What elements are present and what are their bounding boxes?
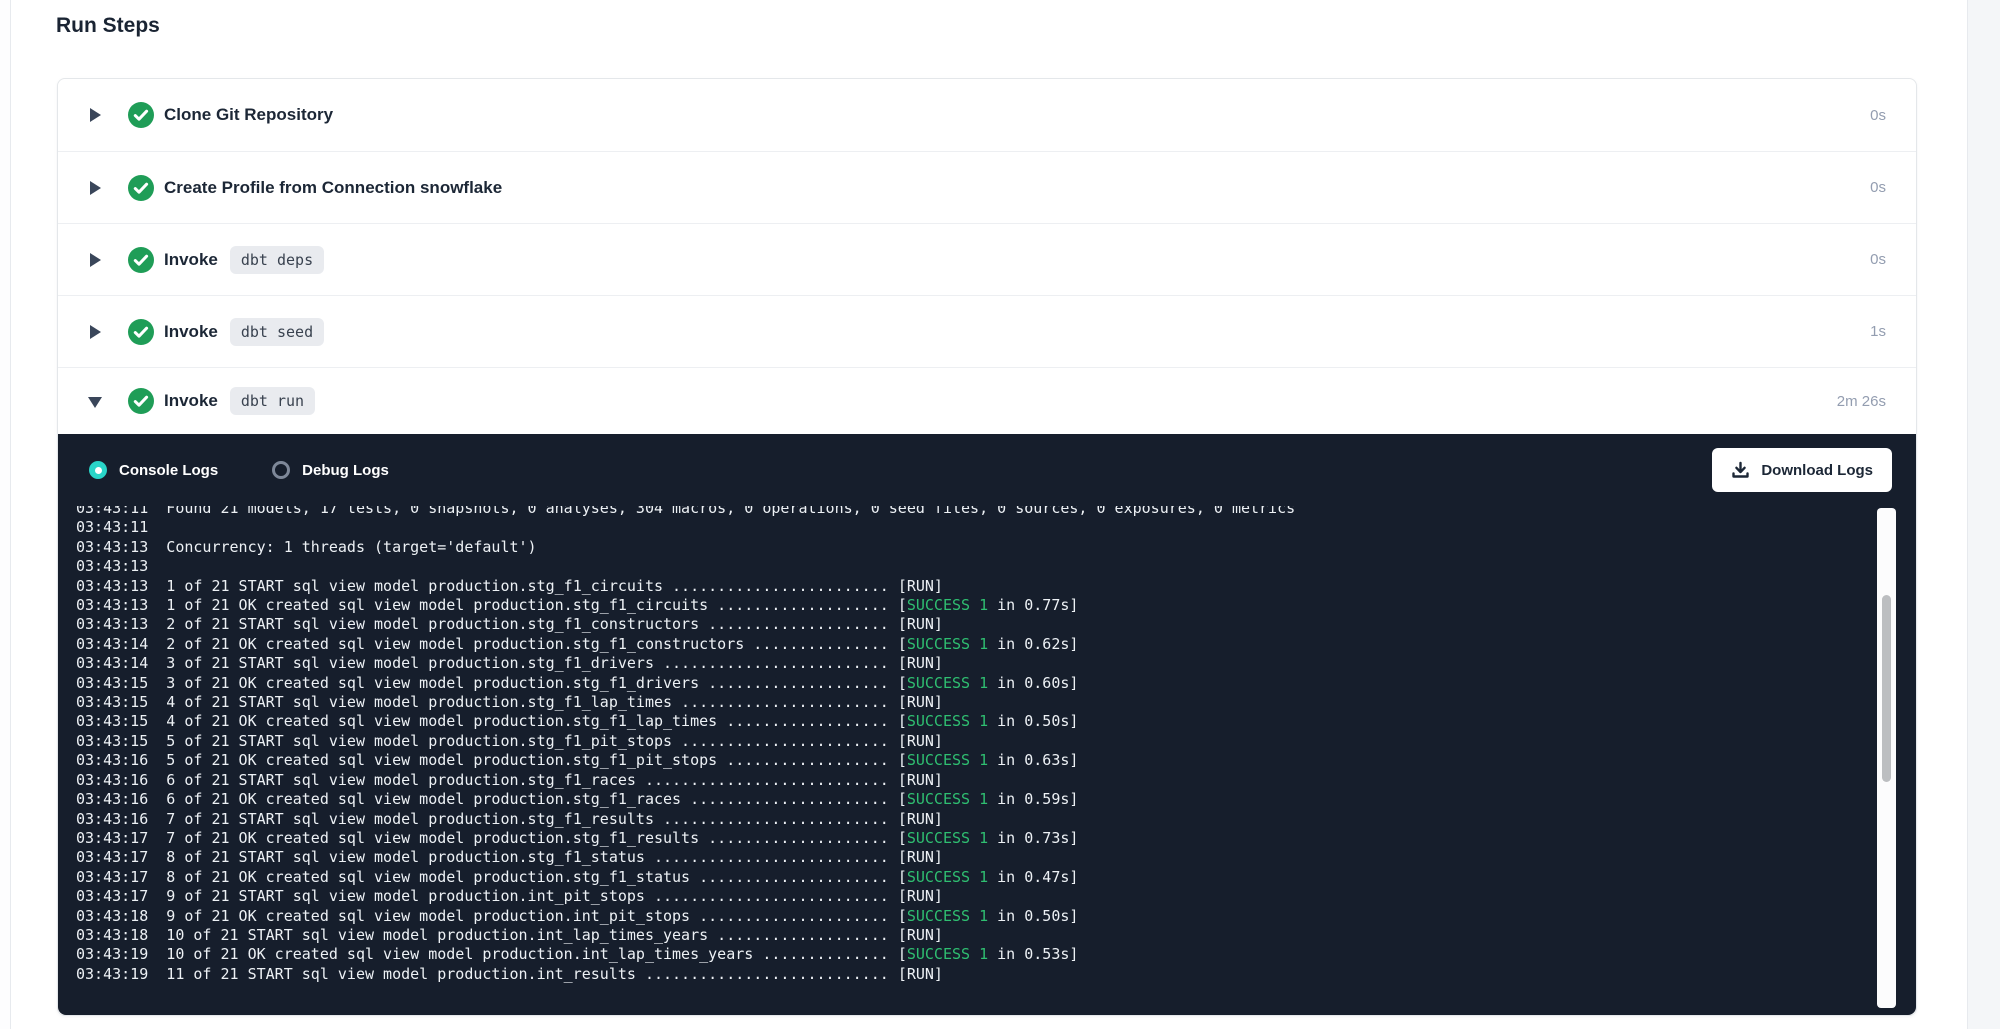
- step-command-badge: dbt run: [230, 387, 315, 415]
- step-label: Invoke: [164, 391, 218, 411]
- left-page-gutter: [0, 0, 11, 1029]
- log-line: 03:43:13 1 of 21 OK created sql view mod…: [76, 596, 1876, 615]
- log-line: 03:43:16 5 of 21 OK created sql view mod…: [76, 751, 1876, 770]
- step-label: Clone Git Repository: [164, 105, 333, 125]
- run-steps-list: Clone Git Repository0sCreate Profile fro…: [58, 79, 1916, 434]
- log-line: 03:43:11 Found 21 models, 17 tests, 0 sn…: [76, 506, 1876, 518]
- console-scrollbar-track[interactable]: [1877, 508, 1896, 1008]
- radio-button-icon[interactable]: [89, 461, 107, 479]
- debug-logs-tab[interactable]: Debug Logs: [272, 461, 389, 479]
- success-check-icon: [128, 388, 154, 414]
- step-duration: 0s: [1870, 179, 1886, 196]
- download-logs-button[interactable]: Download Logs: [1712, 448, 1892, 492]
- log-line: 03:43:17 9 of 21 START sql view model pr…: [76, 887, 1876, 906]
- log-line: 03:43:15 4 of 21 OK created sql view mod…: [76, 712, 1876, 731]
- step-duration: 0s: [1870, 107, 1886, 124]
- console-logs-tab[interactable]: Console Logs: [89, 461, 218, 479]
- log-line: 03:43:17 8 of 21 START sql view model pr…: [76, 848, 1876, 867]
- step-duration: 0s: [1870, 251, 1886, 268]
- run-step-row[interactable]: Invoke dbt seed 1s: [58, 295, 1916, 367]
- log-line: 03:43:16 7 of 21 START sql view model pr…: [76, 810, 1876, 829]
- log-line: 03:43:16 6 of 21 OK created sql view mod…: [76, 790, 1876, 809]
- caret-down-icon[interactable]: [89, 394, 102, 408]
- step-duration: 2m 26s: [1837, 393, 1886, 410]
- log-line: 03:43:18 10 of 21 START sql view model p…: [76, 926, 1876, 945]
- step-label: Create Profile from Connection snowflake: [164, 178, 502, 198]
- run-step-row[interactable]: Clone Git Repository 0s: [58, 79, 1916, 151]
- step-command-badge: dbt seed: [230, 318, 324, 346]
- download-logs-label: Download Logs: [1761, 462, 1873, 479]
- step-duration: 1s: [1870, 323, 1886, 340]
- run-step-row[interactable]: Invoke dbt deps 0s: [58, 223, 1916, 295]
- log-line: 03:43:14 3 of 21 START sql view model pr…: [76, 654, 1876, 673]
- log-line: 03:43:15 4 of 21 START sql view model pr…: [76, 693, 1876, 712]
- log-line: 03:43:15 5 of 21 START sql view model pr…: [76, 732, 1876, 751]
- console-scrollbar-thumb[interactable]: [1882, 595, 1891, 782]
- success-check-icon: [128, 319, 154, 345]
- step-label: Invoke: [164, 250, 218, 270]
- caret-right-icon[interactable]: [89, 325, 102, 339]
- log-line: 03:43:13 1 of 21 START sql view model pr…: [76, 577, 1876, 596]
- log-line: 03:43:19 10 of 21 OK created sql view mo…: [76, 945, 1876, 964]
- log-line: 03:43:15 3 of 21 OK created sql view mod…: [76, 674, 1876, 693]
- caret-right-icon[interactable]: [89, 108, 102, 122]
- log-line: 03:43:19 11 of 21 START sql view model p…: [76, 965, 1876, 984]
- step-label: Invoke: [164, 322, 218, 342]
- caret-right-icon[interactable]: [89, 181, 102, 195]
- log-line: 03:43:17 7 of 21 OK created sql view mod…: [76, 829, 1876, 848]
- log-line: 03:43:18 9 of 21 OK created sql view mod…: [76, 907, 1876, 926]
- page-title: Run Steps: [56, 14, 160, 38]
- log-line: 03:43:17 8 of 21 OK created sql view mod…: [76, 868, 1876, 887]
- run-step-row[interactable]: Invoke dbt run 2m 26s: [58, 367, 1916, 434]
- download-icon: [1731, 461, 1750, 480]
- console-panel: Console Logs Debug Logs Download Logs 03…: [58, 434, 1916, 1015]
- console-header: Console Logs Debug Logs Download Logs: [58, 434, 1916, 506]
- success-check-icon: [128, 247, 154, 273]
- log-line: 03:43:13 Concurrency: 1 threads (target=…: [76, 538, 1876, 557]
- step-command-badge: dbt deps: [230, 246, 324, 274]
- console-log-output: 03:43:11 Found 21 models, 17 tests, 0 sn…: [58, 506, 1876, 1015]
- log-line: 03:43:11: [76, 518, 1876, 537]
- log-line: 03:43:13 2 of 21 START sql view model pr…: [76, 615, 1876, 634]
- log-line: 03:43:13: [76, 557, 1876, 576]
- log-line: 03:43:14 2 of 21 OK created sql view mod…: [76, 635, 1876, 654]
- log-line: 03:43:16 6 of 21 START sql view model pr…: [76, 771, 1876, 790]
- right-page-gutter: [1967, 0, 2000, 1029]
- caret-right-icon[interactable]: [89, 253, 102, 267]
- success-check-icon: [128, 102, 154, 128]
- debug-logs-label: Debug Logs: [302, 462, 389, 479]
- run-steps-card: Clone Git Repository0sCreate Profile fro…: [57, 78, 1917, 1016]
- radio-button-icon[interactable]: [272, 461, 290, 479]
- console-logs-label: Console Logs: [119, 462, 218, 479]
- run-step-row[interactable]: Create Profile from Connection snowflake…: [58, 151, 1916, 223]
- success-check-icon: [128, 175, 154, 201]
